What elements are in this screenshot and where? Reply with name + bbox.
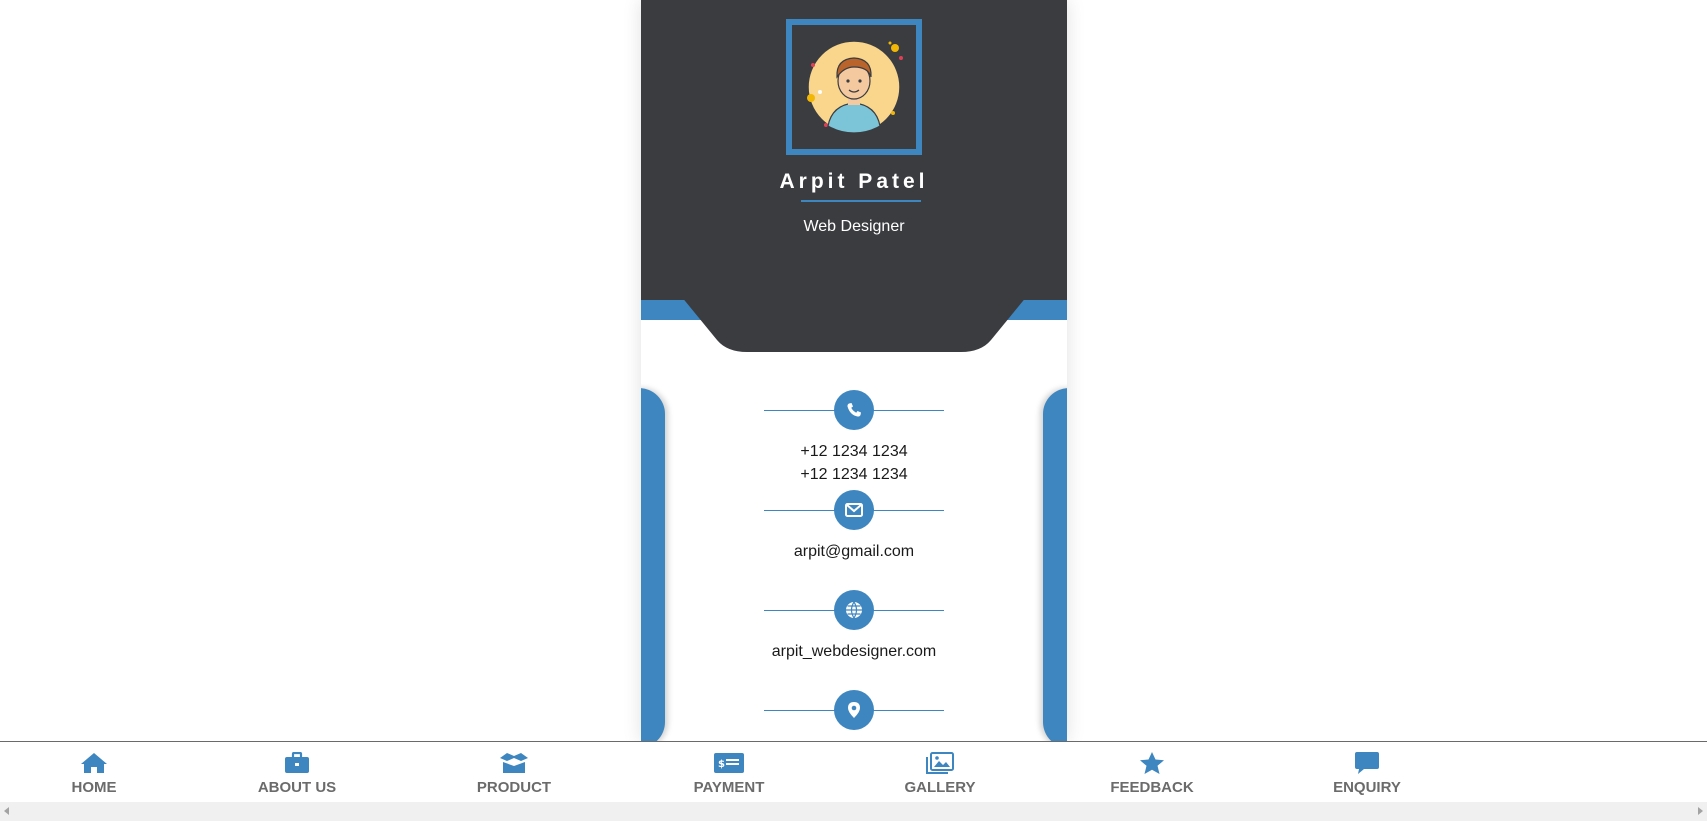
star-icon	[1082, 750, 1222, 776]
nav-feedback[interactable]: FEEDBACK	[1082, 750, 1222, 796]
box-icon	[444, 750, 584, 776]
nav-about-us[interactable]: ABOUT US	[227, 750, 367, 796]
nav-gallery[interactable]: GALLERY	[870, 750, 1010, 796]
nav-about-us-label: ABOUT US	[257, 779, 337, 796]
nav-enquiry[interactable]: ENQUIRY	[1297, 750, 1437, 796]
website-url[interactable]: arpit_webdesigner.com	[641, 640, 1067, 663]
nav-enquiry-label: ENQUIRY	[1333, 779, 1401, 796]
bottom-navigation: HOME ABOUT US PRODUCT $ PAYMENT GALLERY …	[0, 741, 1707, 802]
nav-payment-label: PAYMENT	[693, 779, 765, 796]
phone-number-primary[interactable]: +12 1234 1234	[641, 440, 1067, 463]
profile-role: Web Designer	[803, 218, 905, 235]
envelope-icon[interactable]	[834, 490, 874, 530]
briefcase-icon	[227, 750, 367, 776]
scroll-right-arrow-icon[interactable]	[1698, 807, 1703, 815]
business-card: Arpit Patel Web Designer +12 1234 1234 +…	[641, 0, 1067, 742]
horizontal-scrollbar[interactable]	[0, 802, 1707, 821]
phone-number-secondary[interactable]: +12 1234 1234	[641, 463, 1067, 486]
avatar	[786, 19, 922, 155]
globe-icon[interactable]	[834, 590, 874, 630]
phone-icon[interactable]	[834, 390, 874, 430]
nav-gallery-label: GALLERY	[904, 779, 976, 796]
home-icon	[24, 750, 164, 776]
nav-feedback-label: FEEDBACK	[1110, 779, 1194, 796]
nav-home[interactable]: HOME	[24, 750, 164, 796]
image-icon	[870, 750, 1010, 776]
avatar-illustration	[807, 40, 903, 134]
nav-product[interactable]: PRODUCT	[444, 750, 584, 796]
nav-home-label: HOME	[71, 779, 117, 796]
nav-product-label: PRODUCT	[476, 779, 552, 796]
location-pin-icon[interactable]	[834, 690, 874, 730]
name-divider	[801, 200, 921, 202]
profile-name: Arpit Patel	[779, 170, 929, 193]
nav-payment[interactable]: $ PAYMENT	[659, 750, 799, 796]
email-address[interactable]: arpit@gmail.com	[641, 540, 1067, 563]
chat-icon	[1297, 750, 1437, 776]
svg-text:$: $	[718, 759, 725, 770]
scroll-left-arrow-icon[interactable]	[4, 807, 9, 815]
header-tab-shape	[681, 296, 1027, 352]
money-bill-icon: $	[659, 750, 799, 776]
